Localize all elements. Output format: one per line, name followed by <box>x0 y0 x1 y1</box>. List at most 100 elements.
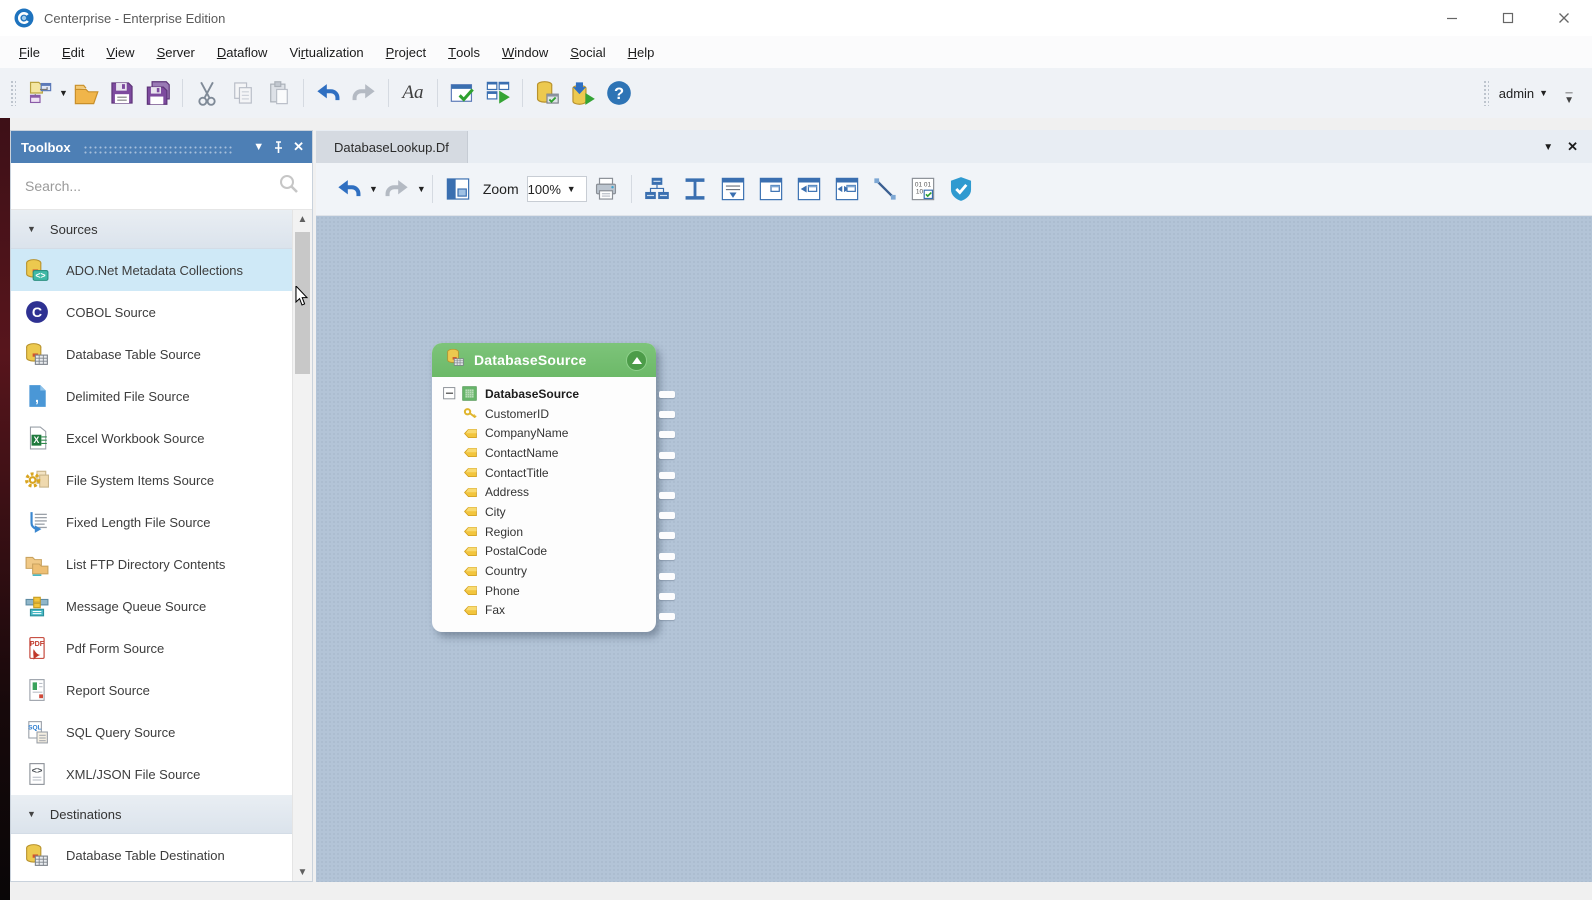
toolbar-overflow-button[interactable]: ─▼ <box>1564 90 1574 104</box>
undo-icon[interactable] <box>313 78 343 108</box>
panel-arrow-icon[interactable] <box>794 174 824 204</box>
node-field-contacttitle[interactable]: ContactTitle <box>443 463 650 483</box>
database-run-icon[interactable] <box>568 78 598 108</box>
paste-icon[interactable] <box>264 78 294 108</box>
output-port[interactable] <box>659 553 675 560</box>
chevron-down-icon[interactable]: ▼ <box>59 88 68 98</box>
toolbox-item-list-ftp-directory-contents[interactable]: List FTP Directory Contents <box>11 543 312 585</box>
auto-layout-icon[interactable] <box>642 174 672 204</box>
chevron-down-icon[interactable]: ▼ <box>369 184 378 194</box>
node-field-customerid[interactable]: CustomerID <box>443 404 650 424</box>
database-check-icon[interactable] <box>532 78 562 108</box>
run-preview-icon[interactable] <box>483 78 513 108</box>
node-header[interactable]: DatabaseSource <box>432 343 656 377</box>
shield-check-icon[interactable] <box>946 174 976 204</box>
menu-project[interactable]: Project <box>375 36 437 68</box>
save-icon[interactable] <box>107 78 137 108</box>
dataflow-canvas[interactable]: DatabaseSource DatabaseSourceCustomerIDC… <box>316 216 1592 882</box>
output-port[interactable] <box>659 472 675 479</box>
print-icon[interactable] <box>591 174 621 204</box>
chevron-down-icon[interactable]: ▼ <box>417 184 426 194</box>
scroll-down-icon[interactable]: ▼ <box>293 863 312 881</box>
toolbox-item-database-table-source[interactable]: Database Table Source <box>11 333 312 375</box>
maximize-button[interactable] <box>1480 0 1536 36</box>
tab-list-dropdown-icon[interactable]: ▼ <box>1543 142 1553 153</box>
output-port[interactable] <box>659 492 675 499</box>
tab-databaselookup[interactable]: DatabaseLookup.Df <box>316 131 468 163</box>
node-root-row[interactable]: DatabaseSource <box>443 384 650 404</box>
help-icon[interactable]: ? <box>604 78 634 108</box>
toolbox-item-fixed-length-file-source[interactable]: Fixed Length File Source <box>11 501 312 543</box>
node-field-postalcode[interactable]: PostalCode <box>443 542 650 562</box>
node-field-address[interactable]: Address <box>443 482 650 502</box>
menu-dataflow[interactable]: Dataflow <box>206 36 279 68</box>
menu-help[interactable]: Help <box>617 36 666 68</box>
toolbox-item-xml-json-file-source[interactable]: <>XML/JSON File Source <box>11 753 312 795</box>
toolbox-item-database-table-destination[interactable]: Database Table Destination <box>11 834 312 876</box>
tree-collapse-icon[interactable] <box>443 387 456 400</box>
node-field-country[interactable]: Country <box>443 561 650 581</box>
toolbox-close-icon[interactable]: ✕ <box>293 139 304 155</box>
toolbox-item-message-queue-source[interactable]: Message Queue Source <box>11 585 312 627</box>
toolbox-item-excel-workbook-source[interactable]: XExcel Workbook Source <box>11 417 312 459</box>
menu-tools[interactable]: Tools <box>437 36 491 68</box>
diagonal-link-icon[interactable] <box>870 174 900 204</box>
node-field-companyname[interactable]: CompanyName <box>443 423 650 443</box>
output-port[interactable] <box>659 593 675 600</box>
database-source-node[interactable]: DatabaseSource DatabaseSourceCustomerIDC… <box>432 343 656 632</box>
toolbox-item-pdf-form-source[interactable]: PDFPdf Form Source <box>11 627 312 669</box>
panel-window-icon[interactable] <box>756 174 786 204</box>
minimize-button[interactable] <box>1424 0 1480 36</box>
admin-toolbar-grip[interactable] <box>1483 80 1489 106</box>
font-icon[interactable]: Aa <box>398 78 428 108</box>
menu-window[interactable]: Window <box>491 36 559 68</box>
output-port[interactable] <box>659 452 675 459</box>
redo-icon[interactable] <box>382 174 412 204</box>
panel-double-arrow-icon[interactable] <box>832 174 862 204</box>
output-port[interactable] <box>659 512 675 519</box>
search-input[interactable] <box>23 177 278 195</box>
node-collapse-button[interactable] <box>626 350 647 371</box>
node-field-phone[interactable]: Phone <box>443 581 650 601</box>
cut-icon[interactable] <box>192 78 222 108</box>
copy-icon[interactable] <box>228 78 258 108</box>
toolbox-section-sources[interactable]: ▼Sources <box>11 210 312 249</box>
toolbox-section-destinations[interactable]: ▼Destinations <box>11 795 312 834</box>
menu-virtualization[interactable]: Virtualization <box>278 36 374 68</box>
node-field-fax[interactable]: Fax <box>443 601 650 621</box>
list-expand-icon[interactable] <box>718 174 748 204</box>
toolbox-item-file-system-items-source[interactable]: File System Items Source <box>11 459 312 501</box>
redo-icon[interactable] <box>349 78 379 108</box>
toolbox-item-ado-net-metadata-collections[interactable]: <>ADO.Net Metadata Collections <box>11 249 312 291</box>
node-field-region[interactable]: Region <box>443 522 650 542</box>
preview-layout-icon[interactable] <box>443 174 473 204</box>
output-port[interactable] <box>659 431 675 438</box>
node-field-contactname[interactable]: ContactName <box>443 443 650 463</box>
toolbox-dropdown-icon[interactable]: ▼ <box>253 141 264 153</box>
toolbox-item-report-source[interactable]: Report Source <box>11 669 312 711</box>
undo-icon[interactable] <box>334 174 364 204</box>
menu-social[interactable]: Social <box>559 36 616 68</box>
binary-preview-icon[interactable]: 01 0110 <box>908 174 938 204</box>
output-port[interactable] <box>659 532 675 539</box>
toolbox-pin-icon[interactable] <box>273 141 284 154</box>
save-all-icon[interactable] <box>143 78 173 108</box>
toolbar-grip[interactable] <box>10 80 16 106</box>
scroll-up-icon[interactable]: ▲ <box>293 210 312 228</box>
menu-server[interactable]: Server <box>146 36 206 68</box>
menu-file[interactable]: File <box>8 36 51 68</box>
output-port[interactable] <box>659 573 675 580</box>
verify-window-icon[interactable] <box>447 78 477 108</box>
output-port[interactable] <box>659 613 675 620</box>
output-port[interactable] <box>659 411 675 418</box>
toolbox-header[interactable]: Toolbox ▼ ✕ <box>11 131 312 163</box>
open-folder-icon[interactable] <box>71 78 101 108</box>
zoom-select[interactable]: 100%▼ <box>527 176 587 202</box>
toolbox-item-cobol-source[interactable]: CCOBOL Source <box>11 291 312 333</box>
output-port[interactable] <box>659 391 675 398</box>
tab-close-icon[interactable]: ✕ <box>1567 139 1578 155</box>
menu-view[interactable]: View <box>95 36 145 68</box>
node-field-city[interactable]: City <box>443 502 650 522</box>
toolbox-item-sql-query-source[interactable]: SQLSQL Query Source <box>11 711 312 753</box>
menu-edit[interactable]: Edit <box>51 36 95 68</box>
